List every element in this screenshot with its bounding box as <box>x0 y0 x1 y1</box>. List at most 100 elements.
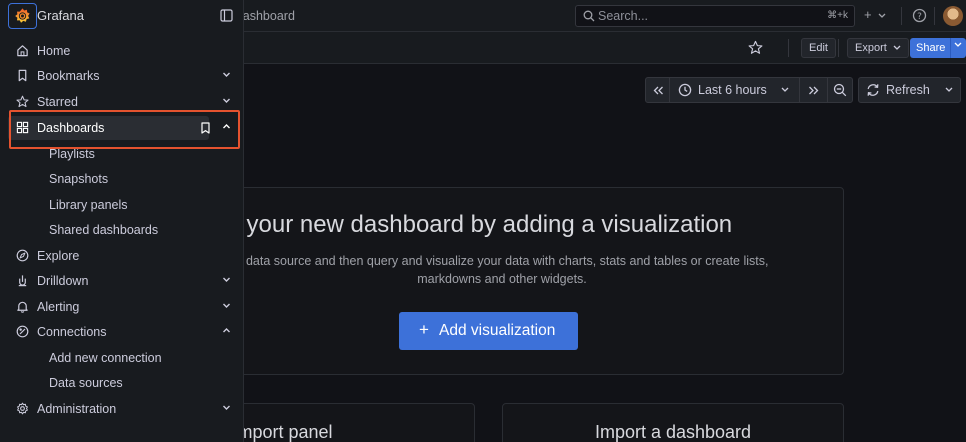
share-options-button[interactable] <box>954 42 962 48</box>
import-dashboard-card[interactable]: Import a dashboard <box>502 403 844 442</box>
zoom-out-button[interactable] <box>828 78 852 102</box>
add-visualization-button[interactable]: + Add visualization <box>399 312 578 350</box>
chevron-down-icon <box>893 45 901 51</box>
description-line: a data source and then query and visuali… <box>235 254 769 268</box>
share-button[interactable]: Share <box>910 38 966 58</box>
sidebar-item-label: Shared dashboards <box>49 223 159 237</box>
grafana-logo-icon <box>15 8 30 23</box>
chevron-down-icon[interactable] <box>222 70 231 79</box>
bookmark-dashboards-button[interactable] <box>193 116 217 140</box>
sidebar-item-label: Home <box>37 44 71 58</box>
sync-icon <box>867 84 879 96</box>
search-input[interactable]: Search... ⌘+k <box>575 5 855 27</box>
apps-icon <box>16 121 29 134</box>
chevron-down-icon[interactable] <box>222 275 231 284</box>
chevron-down-icon[interactable] <box>222 301 231 310</box>
sidebar-item-connections[interactable]: Connections <box>8 320 240 344</box>
sidebar-item-shared-dashboards[interactable]: Shared dashboards <box>8 218 240 242</box>
chevron-down-icon[interactable] <box>222 403 231 412</box>
mega-menu: Grafana Home Bookmarks Starred Dashboard… <box>0 0 244 442</box>
sidebar-item-library-panels[interactable]: Library panels <box>8 193 240 217</box>
sidebar-item-alerting[interactable]: Alerting <box>8 295 240 319</box>
sidebar-item-label: Data sources <box>49 376 123 390</box>
sidebar-item-label: Bookmarks <box>37 69 100 83</box>
cog-icon <box>16 402 29 415</box>
sidebar-item-label: Drilldown <box>37 274 89 288</box>
connections-icon <box>16 325 29 338</box>
add-visualization-label: Add visualization <box>439 322 556 339</box>
plus-icon: + <box>419 320 429 339</box>
sidebar-item-playlists[interactable]: Playlists <box>8 142 240 166</box>
edit-button[interactable]: Edit <box>801 38 836 58</box>
svg-text:?: ? <box>917 12 922 22</box>
chevron-up-icon[interactable] <box>222 122 231 131</box>
sidebar-item-bookmarks[interactable]: Bookmarks <box>8 64 240 88</box>
divider <box>838 39 839 57</box>
chevron-up-icon[interactable] <box>222 326 231 335</box>
time-range-back-button[interactable] <box>646 78 670 102</box>
sidebar-item-label: Playlists <box>49 147 95 161</box>
time-range-controls: Last 6 hours <box>645 77 853 103</box>
sidebar-item-label: Connections <box>37 325 107 339</box>
sidebar-item-label: Explore <box>37 249 80 263</box>
sidebar-item-label: Snapshots <box>49 172 109 186</box>
compass-icon <box>16 249 29 262</box>
import-dashboard-title: Import a dashboard <box>594 422 752 442</box>
mark-favorite-button[interactable] <box>748 40 763 55</box>
sidebar-item-label: Administration <box>37 402 117 416</box>
sidebar-item-starred[interactable]: Starred <box>8 90 240 114</box>
sidebar-item-label: Dashboards <box>37 121 105 135</box>
home-icon <box>16 44 29 57</box>
star-icon <box>16 95 29 108</box>
help-icon: ? <box>912 8 927 23</box>
user-avatar[interactable] <box>943 6 963 26</box>
refresh-label: Refresh <box>886 83 930 97</box>
sidebar-item-label: Add new connection <box>49 351 162 365</box>
export-label: Export <box>855 42 887 54</box>
search-shortcut: ⌘+k <box>827 10 848 21</box>
search-placeholder: Search... <box>598 9 649 23</box>
chevron-down-icon <box>878 13 886 18</box>
divider <box>788 39 789 57</box>
new-button[interactable]: + <box>864 7 886 22</box>
sidebar-item-home[interactable]: Home <box>8 39 240 63</box>
home-logo-button[interactable] <box>8 3 37 29</box>
sidebar-item-explore[interactable]: Explore <box>8 244 240 268</box>
search-icon <box>583 10 595 22</box>
time-range-label: Last 6 hours <box>698 83 767 97</box>
sidebar-item-add-new-connection[interactable]: Add new connection <box>8 346 240 370</box>
empty-dashboard-description: a data source and then query and visuali… <box>170 252 834 288</box>
chevron-down-icon <box>954 42 962 47</box>
sidebar-item-label: Alerting <box>37 300 80 314</box>
sidebar-item-data-sources[interactable]: Data sources <box>8 371 240 395</box>
star-icon <box>748 40 763 54</box>
sidebar-item-administration[interactable]: Administration <box>8 397 240 421</box>
sidebar-item-label: Library panels <box>49 198 128 212</box>
divider <box>934 7 935 25</box>
angle-double-right-icon <box>809 86 819 95</box>
help-button[interactable]: ? <box>912 8 927 23</box>
dock-menu-button[interactable] <box>220 9 233 22</box>
divider <box>950 38 951 58</box>
sidebar-item-dashboards[interactable]: Dashboards <box>8 116 210 140</box>
sidebar-item-drilldown[interactable]: Drilldown <box>8 269 240 293</box>
divider <box>901 7 902 25</box>
time-picker-button[interactable]: Last 6 hours <box>670 78 800 102</box>
chevron-down-icon[interactable] <box>222 96 231 105</box>
export-button[interactable]: Export <box>847 38 909 58</box>
share-label: Share <box>916 42 946 54</box>
plus-icon: + <box>864 7 872 22</box>
brand-name: Grafana <box>37 8 84 23</box>
bell-icon <box>16 300 29 313</box>
refresh-button[interactable]: Refresh <box>858 77 961 103</box>
bookmark-icon <box>16 69 29 82</box>
sidebar-item-snapshots[interactable]: Snapshots <box>8 167 240 191</box>
chevron-down-icon <box>945 87 953 92</box>
time-range-forward-button[interactable] <box>800 78 828 102</box>
sidebar-item-label: Starred <box>37 95 78 109</box>
breadcrumb[interactable]: lashboard <box>240 9 295 23</box>
dock-panel-icon <box>220 9 233 22</box>
chevron-down-icon <box>781 87 789 92</box>
mega-menu-header: Grafana <box>0 0 244 32</box>
description-line: markdowns and other widgets. <box>417 272 587 286</box>
